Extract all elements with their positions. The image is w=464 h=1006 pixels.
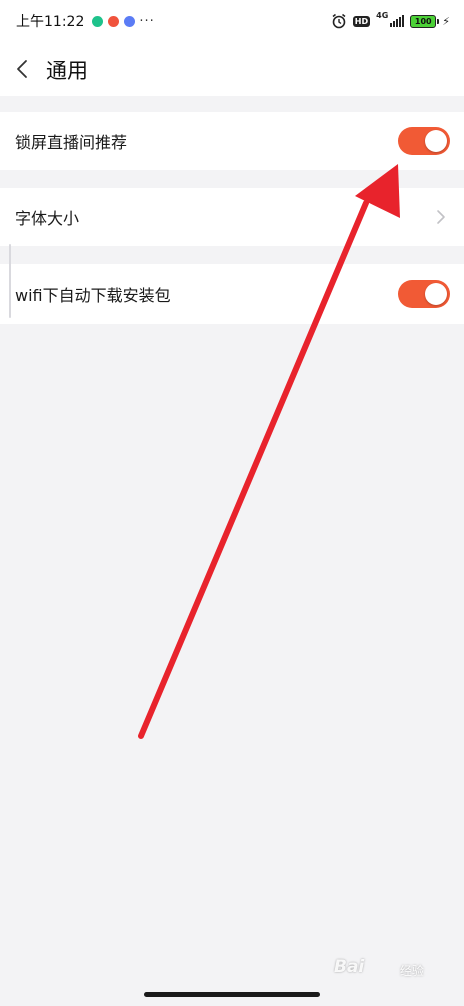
signal-icon: [390, 15, 405, 27]
setting-label: 锁屏直播间推荐: [15, 133, 128, 152]
toggle-knob: [425, 283, 447, 305]
chevron-left-icon[interactable]: [16, 59, 28, 79]
app-notification-icon-2: [108, 15, 120, 27]
home-indicator[interactable]: [144, 992, 320, 997]
setting-lockscreen-live[interactable]: 锁屏直播间推荐: [0, 112, 464, 170]
network-type: 4G: [376, 11, 389, 20]
app-notification-icon-3: [124, 15, 136, 27]
toggle-knob: [425, 130, 447, 152]
hd-badge: HD: [352, 15, 371, 27]
page-header: 通用: [0, 42, 464, 96]
chevron-right-icon: [437, 210, 445, 224]
wifi-autodownload-toggle[interactable]: [398, 280, 450, 308]
battery-icon: 100: [410, 14, 440, 28]
lockscreen-live-toggle[interactable]: [398, 127, 450, 155]
charging-bolt-icon: ⚡: [442, 14, 450, 28]
watermark-text: 经验: [400, 964, 425, 978]
status-bar: 上午11:22 ··· HD 4G 100 ⚡: [0, 0, 464, 42]
app-notification-icon-1: [92, 15, 104, 27]
page-title: 通用: [46, 59, 88, 83]
more-notifications-icon: ···: [139, 13, 155, 29]
setting-font-size[interactable]: 字体大小: [0, 188, 464, 246]
setting-label: wifi下自动下载安装包: [15, 286, 171, 305]
scroll-indicator: [9, 244, 11, 318]
setting-label: 字体大小: [15, 209, 80, 228]
setting-wifi-autodownload[interactable]: wifi下自动下载安装包: [0, 264, 464, 324]
watermark-logo: Bai: [334, 957, 365, 977]
status-app-icons: [92, 15, 136, 27]
status-time: 上午11:22: [16, 14, 85, 30]
alarm-clock-icon: [332, 13, 346, 29]
status-right: HD 4G 100 ⚡: [331, 11, 450, 29]
